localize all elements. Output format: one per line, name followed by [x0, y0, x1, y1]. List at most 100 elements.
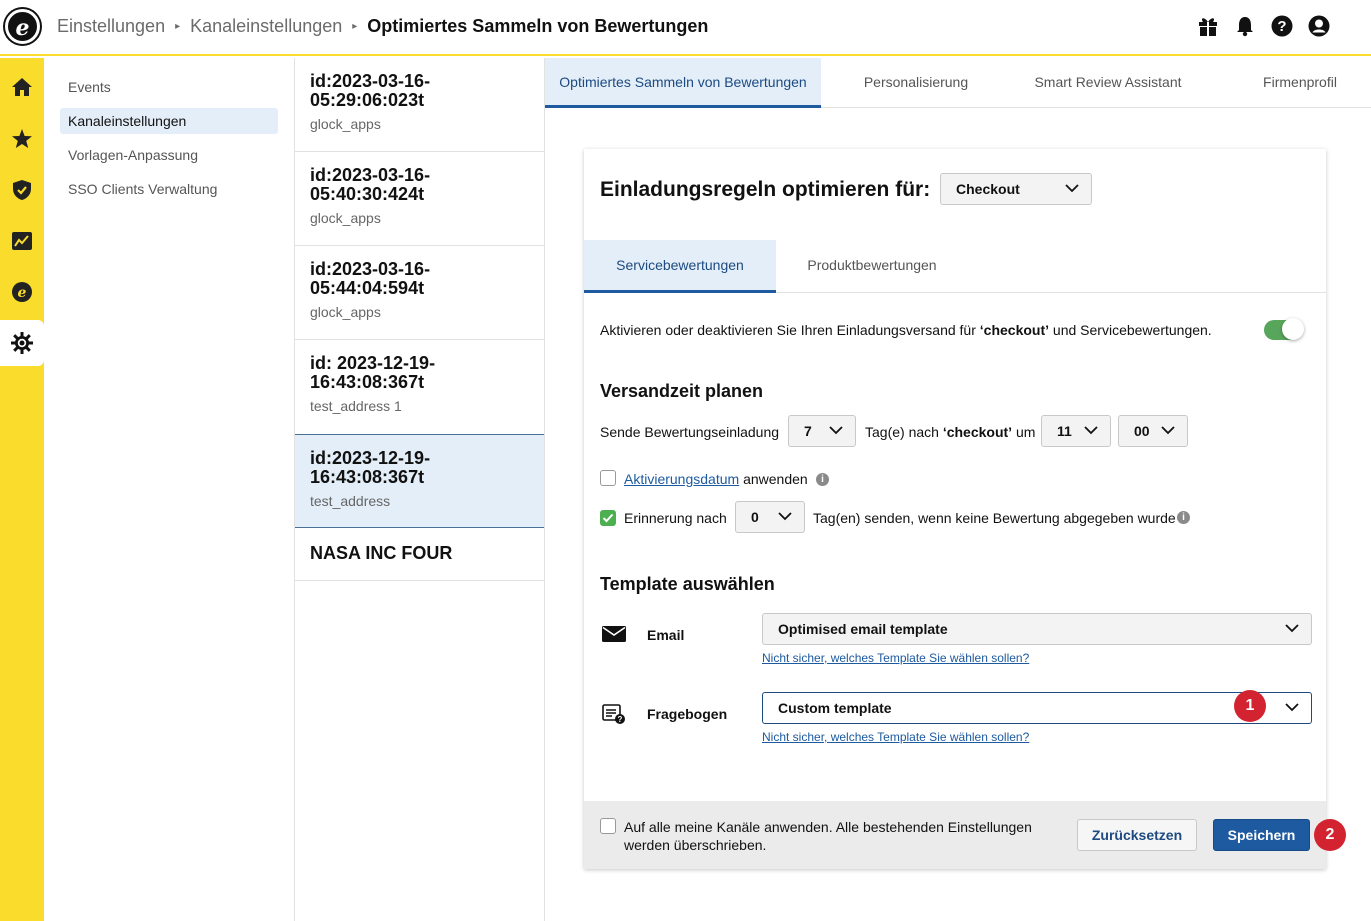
analytics-icon[interactable] — [0, 218, 44, 264]
tab-product-reviews[interactable]: Produktbewertungen — [784, 240, 960, 293]
apply-all-channels-text: Auf alle meine Kanäle anwenden. Alle bes… — [624, 819, 1032, 853]
questionnaire-template-value: Custom template — [778, 700, 892, 716]
channel-title: id: 2023-12-19-16:43:08:367t — [310, 353, 436, 392]
chevron-down-icon — [829, 426, 843, 435]
channel-title: id:2023-12-19-16:43:08:367t — [310, 448, 431, 487]
star-icon[interactable] — [0, 116, 44, 162]
settings-icon[interactable] — [0, 320, 44, 366]
annotation-badge: 1 — [1234, 690, 1266, 722]
channel-list-item[interactable]: id:2023-03-16-05:44:04:594t glock_apps — [295, 246, 544, 340]
chevron-down-icon — [1084, 426, 1098, 435]
channel-list-item[interactable]: NASA INC FOUR — [295, 528, 544, 581]
channel-list-item[interactable]: id:2023-03-16-05:40:30:424t glock_apps — [295, 152, 544, 246]
days-select-value: 7 — [804, 423, 812, 439]
etrusted-icon[interactable]: e — [0, 269, 44, 315]
channel-settings-tabs: Optimiertes Sammeln von Bewertungen Pers… — [545, 58, 1371, 108]
channel-subtitle: test_address — [310, 493, 391, 509]
activation-date-checkbox[interactable] — [600, 470, 616, 486]
svg-text:?: ? — [1277, 18, 1286, 35]
channel-subtitle: glock_apps — [310, 210, 381, 226]
breadcrumb-current: Optimiertes Sammeln von Bewertungen — [367, 16, 709, 36]
reminder-checkbox[interactable] — [600, 510, 616, 526]
shield-icon[interactable] — [0, 167, 44, 213]
chevron-down-icon — [778, 512, 792, 521]
tab-smart-review-assistant[interactable]: Smart Review Assistant — [1023, 58, 1193, 108]
minute-select[interactable]: 00 — [1118, 415, 1188, 447]
schedule-heading: Versandzeit planen — [600, 381, 764, 401]
subnav-item-sso-clients[interactable]: SSO Clients Verwaltung — [60, 176, 278, 202]
chevron-down-icon — [1161, 426, 1175, 435]
template-heading: Template auswählen — [600, 574, 775, 594]
email-icon — [602, 626, 626, 642]
top-bar: e Einstellungen ▸ Kanaleinstellungen ▸ O… — [0, 0, 1371, 56]
channel-subtitle: glock_apps — [310, 304, 381, 320]
email-template-help-link[interactable]: Nicht sicher, welches Template Sie wähle… — [762, 651, 1029, 665]
info-icon[interactable]: i — [816, 473, 829, 486]
main-navigation-rail: e — [0, 58, 44, 921]
questionnaire-icon: ? — [602, 704, 625, 724]
reminder-days-value: 0 — [751, 509, 759, 525]
checkmark-icon — [602, 513, 614, 523]
chevron-down-icon — [1285, 624, 1299, 633]
breadcrumb: Einstellungen ▸ Kanaleinstellungen ▸ Opt… — [57, 16, 708, 37]
email-template-select[interactable]: Optimised email template — [762, 613, 1312, 645]
save-button[interactable]: Speichern — [1213, 819, 1310, 851]
channel-title: id:2023-03-16-05:44:04:594t — [310, 259, 431, 298]
info-icon[interactable]: i — [1177, 511, 1190, 524]
channel-list-item-selected[interactable]: id:2023-12-19-16:43:08:367t test_address — [295, 434, 544, 528]
user-icon[interactable] — [1307, 14, 1331, 38]
home-icon[interactable] — [0, 64, 44, 110]
bell-icon[interactable] — [1233, 14, 1257, 38]
hour-select-value: 11 — [1057, 423, 1072, 439]
card-footer: Auf alle meine Kanäle anwenden. Alle bes… — [584, 801, 1326, 869]
days-select[interactable]: 7 — [788, 415, 856, 447]
questionnaire-template-help-link[interactable]: Nicht sicher, welches Template Sie wähle… — [762, 730, 1029, 744]
event-select-value: Checkout — [956, 181, 1020, 197]
tab-company-profile[interactable]: Firmenprofil — [1245, 58, 1355, 108]
channel-list: id:2023-03-16-05:29:06:023t glock_apps i… — [295, 58, 545, 921]
gift-icon[interactable] — [1196, 14, 1220, 38]
activation-date-text: Aktivierungsdatum anwenden — [624, 471, 808, 487]
channel-title: id:2023-03-16-05:40:30:424t — [310, 165, 431, 204]
questionnaire-template-select[interactable]: Custom template — [762, 692, 1312, 724]
email-label: Email — [647, 627, 685, 643]
reset-button[interactable]: Zurücksetzen — [1077, 819, 1197, 851]
etrusted-logo[interactable]: e — [5, 9, 40, 44]
toggle-description: Aktivieren oder deaktivieren Sie Ihren E… — [600, 322, 1212, 338]
subnav-item-template-customization[interactable]: Vorlagen-Anpassung — [60, 142, 278, 168]
channel-subtitle: test_address 1 — [310, 398, 402, 414]
channel-subtitle: glock_apps — [310, 116, 381, 132]
send-invitation-label: Sende Bewertungseinladung — [600, 424, 780, 440]
breadcrumb-separator-icon: ▸ — [352, 21, 358, 32]
activation-date-link[interactable]: Aktivierungsdatum — [624, 471, 739, 487]
apply-all-channels-checkbox[interactable] — [600, 818, 616, 834]
breadcrumb-separator-icon: ▸ — [175, 21, 181, 32]
hour-select[interactable]: 11 — [1041, 415, 1111, 447]
invitation-rules-card: Einladungsregeln optimieren für: Checkou… — [584, 149, 1326, 869]
breadcrumb-settings[interactable]: Einstellungen — [57, 16, 165, 37]
channel-list-item[interactable]: id: 2023-12-19-16:43:08:367t test_addres… — [295, 340, 544, 435]
tab-service-reviews[interactable]: Servicebewertungen — [584, 240, 776, 293]
svg-text:e: e — [18, 285, 27, 301]
card-title: Einladungsregeln optimieren für: — [600, 178, 931, 201]
questionnaire-label: Fragebogen — [647, 706, 728, 722]
reminder-label: Erinnerung nach — [624, 510, 727, 526]
subnav-item-events[interactable]: Events — [60, 74, 278, 100]
chevron-down-icon — [1285, 703, 1299, 712]
tab-personalization[interactable]: Personalisierung — [841, 58, 991, 108]
minute-select-value: 00 — [1134, 423, 1150, 439]
channel-title: id:2023-03-16-05:29:06:023t — [310, 71, 431, 110]
email-template-value: Optimised email template — [778, 621, 948, 637]
toggle-knob — [1282, 318, 1304, 340]
svg-text:?: ? — [618, 715, 623, 724]
subnav-item-channel-settings[interactable]: Kanaleinstellungen — [60, 108, 278, 134]
event-select[interactable]: Checkout — [940, 173, 1092, 205]
channel-list-item[interactable]: id:2023-03-16-05:29:06:023t glock_apps — [295, 58, 544, 152]
reminder-days-select[interactable]: 0 — [735, 501, 805, 533]
review-type-tabs: Servicebewertungen Produktbewertungen — [584, 240, 1326, 293]
settings-subnav: Events Kanaleinstellungen Vorlagen-Anpas… — [44, 58, 295, 921]
breadcrumb-channel-settings[interactable]: Kanaleinstellungen — [190, 16, 342, 37]
help-icon[interactable]: ? — [1270, 14, 1294, 38]
invitation-toggle[interactable] — [1264, 318, 1304, 340]
tab-optimized-review-collection[interactable]: Optimiertes Sammeln von Bewertungen — [545, 58, 821, 108]
